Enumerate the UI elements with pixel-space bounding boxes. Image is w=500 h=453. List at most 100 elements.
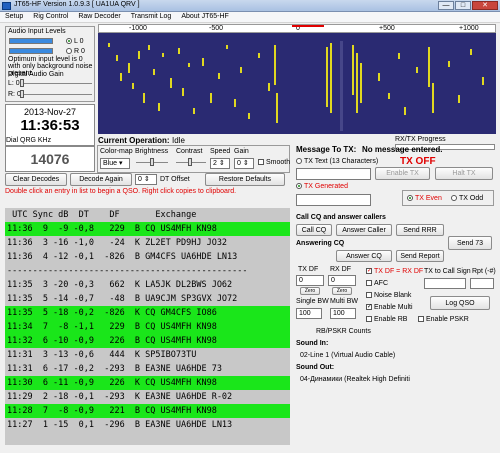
decode-row[interactable]: 11:31 3 -13 -0,6 444 K SP5IBO73TU (5, 348, 290, 362)
log-qso-button[interactable]: Log QSO (430, 296, 490, 310)
rx-df-label: RX DF (330, 266, 351, 273)
gain-value: 0 (237, 160, 241, 167)
tx-df-input[interactable]: 0 (296, 275, 324, 286)
tx-generated-radio[interactable]: TX Generated (296, 183, 348, 190)
decode-row[interactable]: 11:36 4 -12 -0,1 -826 B GM4CFS UA6HDE LN… (5, 250, 290, 264)
clear-decodes-button[interactable]: Clear Decodes (5, 173, 67, 186)
rx-df-input[interactable]: 0 (328, 275, 356, 286)
enable-tx-button[interactable]: Enable TX (375, 167, 430, 180)
audio-title: Audio Input Levels (8, 28, 66, 35)
smooth-label: Smooth (266, 159, 291, 166)
app-icon (2, 2, 11, 10)
enable-pskr-checkbox[interactable]: Enable PSKR (418, 316, 469, 323)
rpt-label: Rpt (-#) (472, 268, 496, 275)
afc-checkbox[interactable]: AFC (366, 280, 388, 287)
menu-transmit-log[interactable]: Transmit Log (126, 12, 177, 22)
left-gain-slider[interactable] (20, 83, 92, 84)
gain-title: Digital Audio Gain (8, 71, 64, 78)
menu-about[interactable]: About JT65-HF (176, 12, 233, 22)
send-report-button[interactable]: Send Report (396, 250, 444, 262)
decode-row[interactable]: 11:35 5 -18 -0,2 -826 K CQ GM4CFS IO86 (5, 306, 290, 320)
decodes-header: UTC Sync dB DT DF Exchange (7, 210, 197, 220)
gain-spinner[interactable]: 0 ⇕ (234, 158, 254, 169)
left-channel-radio[interactable]: L 0 (66, 38, 83, 45)
colormap-value: Blue (103, 160, 118, 167)
noise-blank-label: Noise Blank (374, 292, 412, 299)
tx-call-input[interactable] (424, 278, 466, 289)
decode-row[interactable]: 11:36 3 -16 -1,0 -24 K ZL2ET PD9HJ JO32 (5, 236, 290, 250)
scale-tick: -1000 (129, 25, 147, 32)
speed-value: 2 (213, 160, 217, 167)
decode-row[interactable]: 11:34 7 -8 -1,1 229 B CQ US4MFH KN98 (5, 320, 290, 334)
right-gain-slider[interactable] (20, 94, 92, 95)
right-gain-thumb[interactable] (20, 90, 24, 98)
decode-again-button[interactable]: Decode Again (70, 173, 132, 186)
waterfall-svg (108, 41, 484, 131)
minimize-button[interactable]: — (438, 1, 454, 10)
noise-blank-checkbox[interactable]: Noise Blank (366, 292, 411, 299)
rx-df-value: 0 (331, 277, 335, 284)
decode-row[interactable]: 11:31 6 -17 -0,2 -293 B EA3NE UA6HDE 73 (5, 362, 290, 376)
rpt-input[interactable] (470, 278, 494, 289)
tx-eq-rx-checkbox[interactable]: ✓ TX DF = RX DF (366, 268, 423, 275)
multi-bw-label: Multi BW (330, 298, 358, 305)
rx-zero-button[interactable]: Zero (332, 287, 352, 295)
right-channel-label: R 0 (74, 48, 85, 55)
sound-out-value: 04-Динамики (Realtek High Definiti (300, 376, 410, 383)
enable-rb-checkbox[interactable]: Enable RB (366, 316, 407, 323)
enable-multi-checkbox[interactable]: ✓ Enable Multi (366, 304, 413, 311)
tx-zero-button[interactable]: Zero (300, 287, 320, 295)
speed-spinner[interactable]: 2 ⇕ (210, 158, 230, 169)
tx-text-input[interactable] (296, 168, 371, 180)
speed-label: Speed (210, 148, 231, 155)
decode-row[interactable]: 11:35 3 -20 -0,3 662 K LA5JK DL2BWS JO62 (5, 278, 290, 292)
tx-status: No message entered. (362, 145, 443, 154)
single-bw-spinner[interactable]: 100 (296, 308, 322, 319)
left-gain-thumb[interactable] (20, 79, 24, 87)
afc-label: AFC (374, 280, 388, 287)
restore-defaults-button[interactable]: Restore Defaults (205, 173, 285, 186)
contrast-thumb[interactable] (188, 158, 192, 166)
brightness-thumb[interactable] (150, 158, 154, 166)
decode-row[interactable]: 11:28 7 -8 -0,9 221 B CQ US4MFH KN98 (5, 404, 290, 418)
tx-even-label: TX Even (415, 195, 442, 202)
decode-row[interactable]: 11:32 6 -10 -0,9 226 B CQ US4MFH KN98 (5, 334, 290, 348)
scale-tick: +1000 (459, 25, 479, 32)
halt-tx-button[interactable]: Halt TX (435, 167, 493, 180)
close-button[interactable]: ✕ (472, 1, 498, 10)
decode-row[interactable]: 11:29 2 -18 -0,1 -293 K EA3NE UA6HDE R-0… (5, 390, 290, 404)
gain-label: Gain (234, 148, 249, 155)
send-73-button[interactable]: Send 73 (448, 236, 492, 250)
right-channel-radio[interactable]: R 0 (66, 48, 85, 55)
send-rrr-button[interactable]: Send RRR (396, 224, 444, 236)
answer-caller-button[interactable]: Answer Caller (336, 224, 392, 236)
brightness-label: Brightness (135, 148, 169, 155)
menu-setup[interactable]: Setup (0, 12, 28, 22)
decode-row[interactable]: 11:30 6 -11 -0,9 226 K CQ US4MFH KN98 (5, 376, 290, 390)
call-cq-button[interactable]: Call CQ (296, 224, 332, 236)
decode-row[interactable]: 11:35 5 -14 -0,7 -48 B UA9CJM SP3GVX JO7… (5, 292, 290, 306)
decode-row[interactable]: 11:27 1 -15 0,1 -296 B EA3NE UA6HDE LN13 (5, 418, 290, 432)
menu-bar: Setup Rig Control Raw Decoder Transmit L… (0, 12, 500, 23)
multi-bw-spinner[interactable]: 100 (330, 308, 356, 319)
decode-separator: ----------------------------------------… (5, 264, 290, 278)
menu-raw-decoder[interactable]: Raw Decoder (73, 12, 125, 22)
answer-cq-button[interactable]: Answer CQ (336, 250, 392, 262)
smooth-checkbox[interactable]: Smooth (258, 159, 290, 166)
audio-panel: Audio Input Levels L 0 R 0 Optimum input… (5, 26, 95, 102)
decodes-list[interactable]: UTC Sync dB DT DF Exchange 11:36 9 -9 -0… (5, 208, 290, 445)
colormap-select[interactable]: Blue ▾ (100, 158, 130, 169)
waterfall-display[interactable] (98, 33, 496, 134)
scale-tick: -500 (209, 25, 224, 32)
tx-text-radio[interactable]: TX Text (13 Characters) (296, 158, 378, 165)
enable-rb-label: Enable RB (374, 316, 408, 323)
menu-rig-control[interactable]: Rig Control (28, 12, 73, 22)
tx-generated-input[interactable] (296, 194, 371, 206)
contrast-label: Contrast (176, 148, 203, 155)
tx-even-radio[interactable]: TX Even (407, 195, 442, 202)
tx-odd-radio[interactable]: TX Odd (451, 195, 483, 202)
maximize-button[interactable]: □ (455, 1, 471, 10)
dt-offset-spinner[interactable]: 0 ⇕ (135, 174, 157, 185)
decode-row[interactable]: 11:36 9 -9 -0,8 229 B CQ US4MFH KN98 (5, 222, 290, 236)
dial-frequency[interactable]: 14076 (5, 146, 95, 172)
